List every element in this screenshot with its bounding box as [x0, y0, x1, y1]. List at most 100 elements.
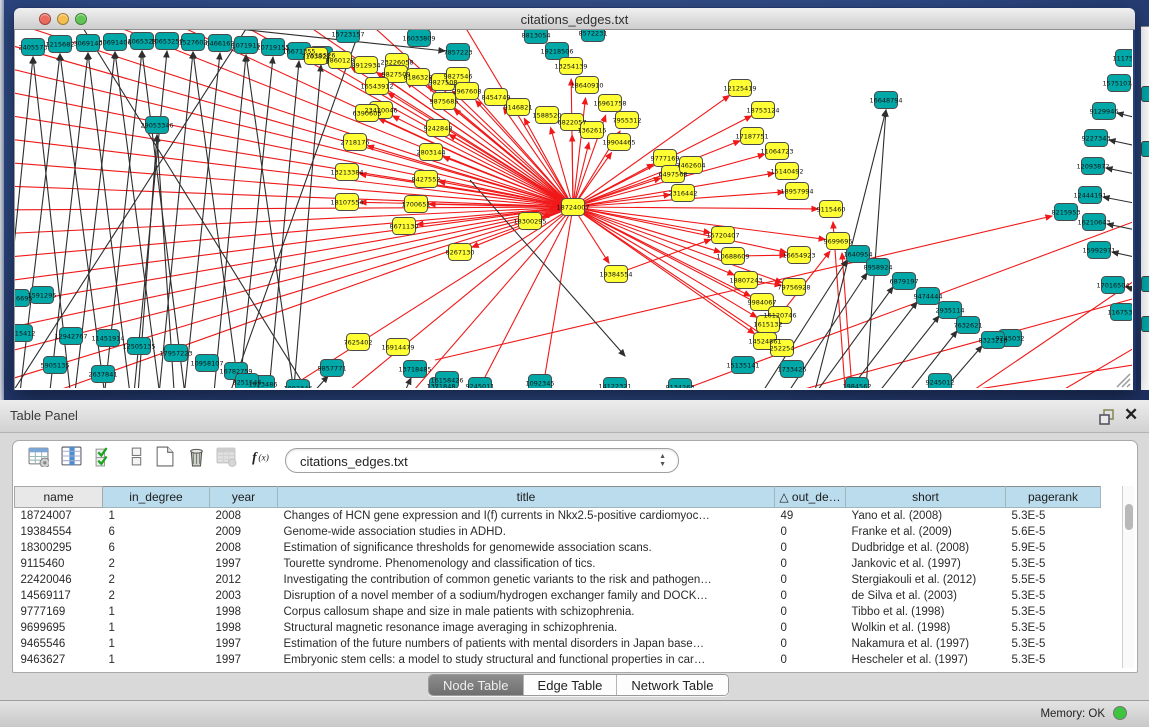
table-row[interactable]: 1872400712008Changes of HCN gene express… — [15, 508, 1101, 524]
table-cell[interactable]: 0 — [775, 524, 846, 540]
table-cell[interactable]: 1 — [103, 620, 210, 636]
table-cell[interactable]: 2 — [103, 556, 210, 572]
table-cell[interactable]: 2003 — [210, 588, 278, 604]
network-window-titlebar[interactable]: citations_edges.txt — [14, 8, 1135, 30]
table-row[interactable]: 2242004622012Investigating the contribut… — [15, 572, 1101, 588]
table-row[interactable]: 946554611997Estimation of the future num… — [15, 636, 1101, 652]
table-cell[interactable]: 1997 — [210, 636, 278, 652]
table-cell[interactable]: 0 — [775, 620, 846, 636]
table-cell[interactable]: 1997 — [210, 556, 278, 572]
table-cell[interactable]: 2008 — [210, 508, 278, 524]
tab-node-table[interactable]: Node Table — [429, 675, 524, 695]
column-header-name[interactable]: name — [15, 487, 103, 508]
table-cell[interactable]: Embryonic stem cells: a model to study s… — [278, 652, 775, 668]
table-cell[interactable]: 1 — [103, 652, 210, 668]
table-cell[interactable]: Tourette syndrome. Phenomenology and cla… — [278, 556, 775, 572]
scrollbar-thumb[interactable] — [1125, 504, 1133, 530]
table-cell[interactable]: 18724007 — [15, 508, 103, 524]
citation-network-graph[interactable]: 2405573121568230691403069140610653251065… — [15, 30, 1132, 388]
table-row[interactable]: 946362711997Embryonic stem cells: a mode… — [15, 652, 1101, 668]
table-cell[interactable]: Estimation of significance thresholds fo… — [278, 540, 775, 556]
column-header-short[interactable]: short — [846, 487, 1006, 508]
table-cell[interactable]: 0 — [775, 636, 846, 652]
table-cell[interactable]: 5.9E-5 — [1006, 540, 1101, 556]
table-cell[interactable]: 5.6E-5 — [1006, 524, 1101, 540]
memory-ok-indicator[interactable] — [1113, 706, 1127, 720]
function-builder-icon[interactable]: f(x) — [250, 446, 274, 472]
table-cell[interactable]: Corpus callosum shape and size in male p… — [278, 604, 775, 620]
table-cell[interactable]: Investigating the contribution of common… — [278, 572, 775, 588]
table-cell[interactable]: 1998 — [210, 604, 278, 620]
table-cell[interactable]: 1 — [103, 636, 210, 652]
table-row[interactable]: 977716911998Corpus callosum shape and si… — [15, 604, 1101, 620]
table-cell[interactable]: 9465546 — [15, 636, 103, 652]
window-resize-grip[interactable] — [1113, 370, 1131, 388]
table-cell[interactable]: 2 — [103, 588, 210, 604]
unselect-all-icon[interactable] — [126, 446, 150, 472]
table-cell[interactable]: 2009 — [210, 524, 278, 540]
table-cell[interactable]: 14569117 — [15, 588, 103, 604]
table-cell[interactable]: Stergiakouli et al. (2012) — [846, 572, 1006, 588]
table-cell[interactable]: 5.5E-5 — [1006, 572, 1101, 588]
table-cell[interactable]: Genome-wide association studies in ADHD. — [278, 524, 775, 540]
table-cell[interactable]: 19384554 — [15, 524, 103, 540]
table-cell[interactable]: Franke et al. (2009) — [846, 524, 1006, 540]
table-cell[interactable]: 0 — [775, 652, 846, 668]
table-panel-header[interactable]: Table Panel ✕ — [0, 400, 1149, 433]
table-cell[interactable]: 0 — [775, 588, 846, 604]
table-vertical-scrollbar[interactable] — [1122, 486, 1134, 668]
tab-edge-table[interactable]: Edge Table — [524, 675, 618, 695]
network-canvas[interactable]: 2405573121568230691403069140610653251065… — [14, 30, 1133, 390]
table-cell[interactable]: 9463627 — [15, 652, 103, 668]
column-header-pagerank[interactable]: pagerank — [1006, 487, 1101, 508]
table-row[interactable]: 1456911722003Disruption of a novel membe… — [15, 588, 1101, 604]
table-cell[interactable]: 5.3E-5 — [1006, 588, 1101, 604]
table-cell[interactable]: 0 — [775, 556, 846, 572]
table-cell[interactable]: Wolkin et al. (1998) — [846, 620, 1006, 636]
table-cell[interactable]: 5.3E-5 — [1006, 636, 1101, 652]
table-cell[interactable]: 0 — [775, 572, 846, 588]
table-cell[interactable]: Nakamura et al. (1997) — [846, 636, 1006, 652]
table-cell[interactable]: Dudbridge et al. (2008) — [846, 540, 1006, 556]
table-cell[interactable]: 49 — [775, 508, 846, 524]
table-cell[interactable]: 1 — [103, 604, 210, 620]
close-panel-icon[interactable]: ✕ — [1124, 405, 1138, 425]
table-cell[interactable]: 2012 — [210, 572, 278, 588]
table-cell[interactable]: 5.3E-5 — [1006, 652, 1101, 668]
table-cell[interactable]: Estimation of the future numbers of pati… — [278, 636, 775, 652]
table-cell[interactable]: 2008 — [210, 540, 278, 556]
show-columns-icon[interactable] — [61, 446, 85, 472]
table-cell[interactable]: 22420046 — [15, 572, 103, 588]
table-cell[interactable]: Disruption of a novel member of a sodium… — [278, 588, 775, 604]
table-cell[interactable]: 1 — [103, 508, 210, 524]
table-cell[interactable]: Changes of HCN gene expression and I(f) … — [278, 508, 775, 524]
table-row[interactable]: 969969511998Structural magnetic resonanc… — [15, 620, 1101, 636]
column-header-out_de[interactable]: △ out_de… — [775, 487, 846, 508]
select-all-icon[interactable] — [94, 446, 118, 472]
delete-table-icon[interactable] — [186, 446, 210, 472]
network-view-window[interactable]: citations_edges.txt 24055731215682306914… — [14, 8, 1135, 390]
float-panel-icon[interactable] — [1098, 408, 1116, 426]
table-cell[interactable]: 6 — [103, 540, 210, 556]
new-table-icon[interactable] — [154, 446, 178, 472]
table-cell[interactable]: Jankovic et al. (1997) — [846, 556, 1006, 572]
table-row[interactable]: 911546021997Tourette syndrome. Phenomeno… — [15, 556, 1101, 572]
table-cell[interactable]: 9699695 — [15, 620, 103, 636]
table-cell[interactable]: Yano et al. (2008) — [846, 508, 1006, 524]
table-cell[interactable]: 9115460 — [15, 556, 103, 572]
table-cell[interactable]: 0 — [775, 604, 846, 620]
table-cell[interactable]: 5.3E-5 — [1006, 604, 1101, 620]
table-cell[interactable]: de Silva et al. (2003) — [846, 588, 1006, 604]
table-cell[interactable]: 5.3E-5 — [1006, 508, 1101, 524]
table-cell[interactable]: 1997 — [210, 652, 278, 668]
table-cell[interactable]: Hescheler et al. (1997) — [846, 652, 1006, 668]
table-cell[interactable]: 9777169 — [15, 604, 103, 620]
column-header-in_degree[interactable]: in_degree — [103, 487, 210, 508]
table-cell[interactable]: Tibbo et al. (1998) — [846, 604, 1006, 620]
table-cell[interactable]: 18300295 — [15, 540, 103, 556]
table-row[interactable]: 1830029562008Estimation of significance … — [15, 540, 1101, 556]
table-cell[interactable]: 0 — [775, 540, 846, 556]
table-cell[interactable]: 5.3E-5 — [1006, 556, 1101, 572]
table-cell[interactable]: 1998 — [210, 620, 278, 636]
table-select-dropdown[interactable]: citations_edges.txt ▲▼ — [285, 448, 679, 473]
